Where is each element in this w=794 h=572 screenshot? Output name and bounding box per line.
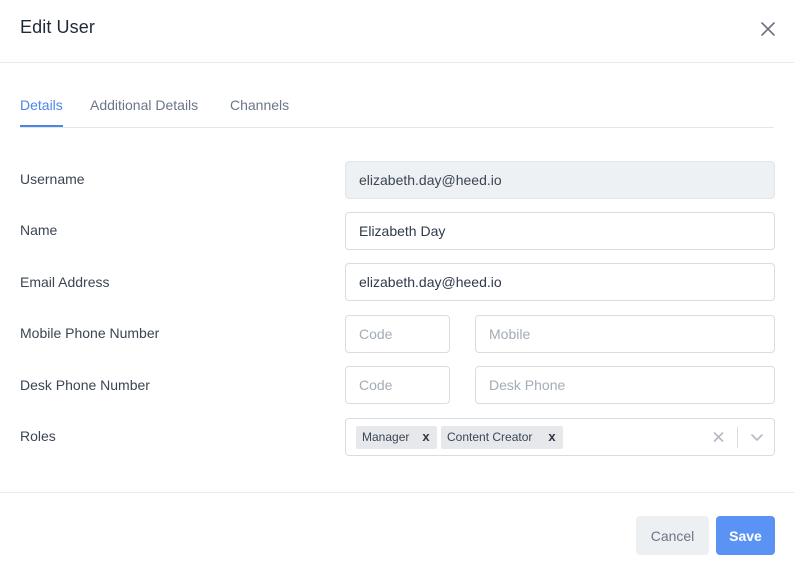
email-label: Email Address bbox=[20, 274, 110, 290]
mobile-code-input[interactable] bbox=[345, 315, 450, 353]
tab-additional-details[interactable]: Additional Details bbox=[90, 97, 198, 125]
close-button[interactable] bbox=[758, 19, 778, 39]
roles-dropdown-toggle[interactable] bbox=[748, 428, 766, 446]
roles-separator bbox=[737, 427, 738, 448]
desk-code-input[interactable] bbox=[345, 366, 450, 404]
desk-number-input[interactable] bbox=[475, 366, 775, 404]
role-chip-label: Manager bbox=[362, 430, 410, 444]
tab-channels[interactable]: Channels bbox=[230, 97, 289, 125]
mobile-number-input[interactable] bbox=[475, 315, 775, 353]
email-field[interactable] bbox=[345, 263, 775, 301]
name-label: Name bbox=[20, 222, 58, 238]
username-field[interactable] bbox=[345, 161, 775, 199]
tab-details[interactable]: Details bbox=[20, 97, 63, 127]
chevron-down-icon bbox=[751, 434, 763, 441]
cancel-button[interactable]: Cancel bbox=[636, 516, 709, 555]
dialog-title: Edit User bbox=[20, 17, 95, 37]
remove-role-content-creator-button[interactable]: x bbox=[545, 429, 559, 445]
desk-phone-label: Desk Phone Number bbox=[20, 377, 150, 393]
tab-bar: Details Additional Details Channels bbox=[20, 86, 774, 128]
clear-icon bbox=[713, 432, 724, 442]
dialog-header: Edit User bbox=[0, 0, 794, 63]
dialog-footer: Cancel Save bbox=[0, 492, 794, 572]
mobile-phone-label: Mobile Phone Number bbox=[20, 325, 160, 341]
role-chip-label: Content Creator bbox=[447, 430, 533, 444]
role-chip-manager: Manager x bbox=[356, 426, 437, 449]
edit-user-dialog: Edit User Details Additional Details Cha… bbox=[0, 0, 794, 572]
username-label: Username bbox=[20, 171, 85, 187]
roles-label: Roles bbox=[20, 428, 56, 444]
close-icon bbox=[761, 22, 775, 36]
roles-multiselect[interactable]: Manager x Content Creator x bbox=[345, 418, 775, 456]
remove-role-manager-button[interactable]: x bbox=[419, 429, 433, 445]
role-chip-content-creator: Content Creator x bbox=[441, 426, 563, 449]
clear-roles-button[interactable] bbox=[711, 428, 727, 446]
name-field[interactable] bbox=[345, 212, 775, 250]
save-button[interactable]: Save bbox=[716, 516, 775, 555]
